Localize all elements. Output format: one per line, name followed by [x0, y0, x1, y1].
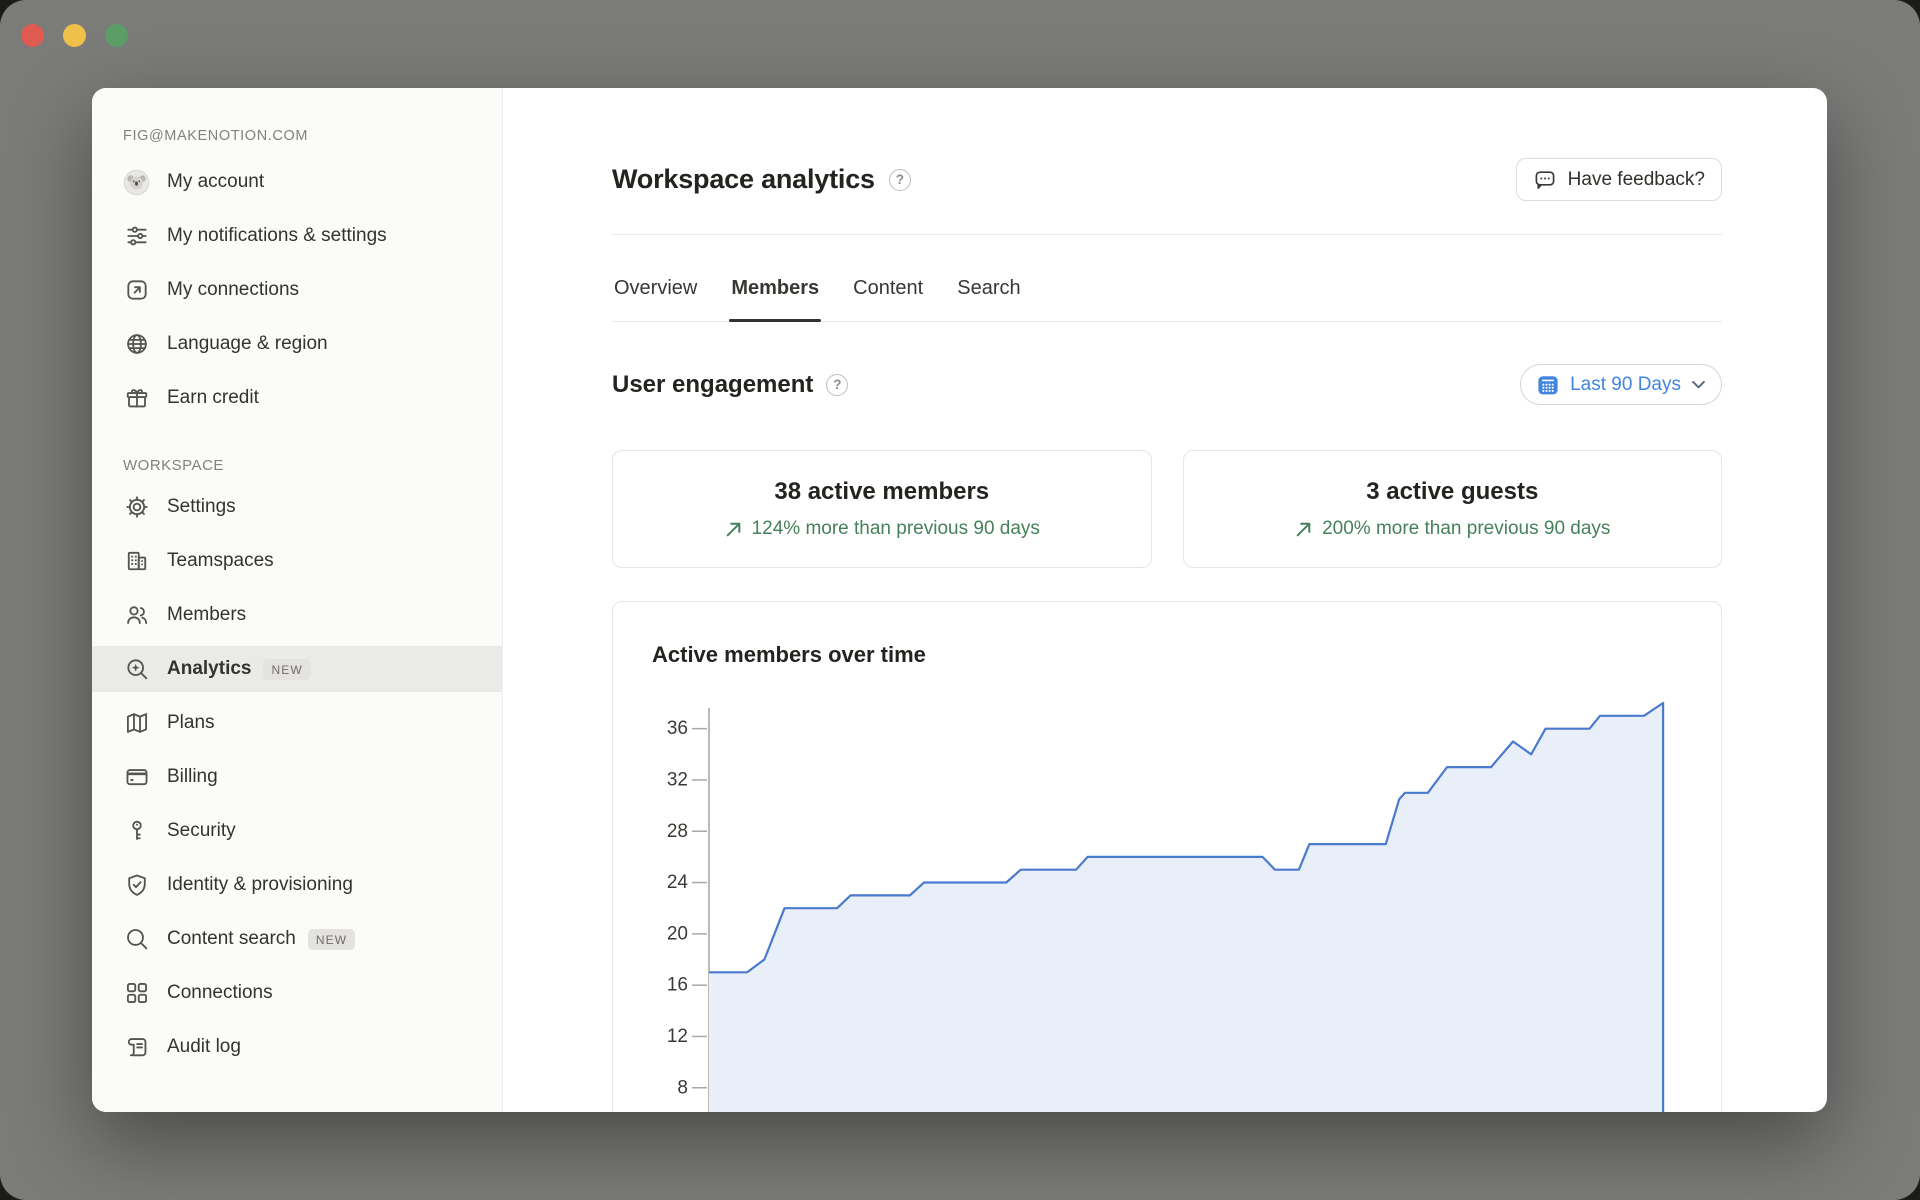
svg-text:8: 8: [677, 1077, 688, 1098]
svg-text:28: 28: [667, 821, 688, 842]
gift-icon: [123, 385, 150, 412]
trend-up-arrow-icon: [724, 520, 743, 539]
sidebar-item-label: Teamspaces: [167, 548, 274, 573]
chevron-down-icon: [1691, 378, 1706, 391]
sidebar-item-security[interactable]: Security: [92, 808, 502, 854]
people-icon: [123, 602, 150, 629]
sidebar-item-earn-credit[interactable]: Earn credit: [92, 375, 502, 421]
settings-sidebar: FIG@MAKENOTION.COM My account: [92, 88, 503, 1112]
date-range-selector[interactable]: Last 90 Days: [1520, 364, 1722, 405]
date-range-label: Last 90 Days: [1570, 374, 1681, 396]
new-badge: NEW: [263, 659, 310, 680]
credit-card-icon: [123, 764, 150, 791]
analytics-tabs: Overview Members Content Search: [612, 277, 1722, 322]
header-divider: [612, 234, 1722, 235]
sidebar-item-label: My connections: [167, 277, 299, 302]
workspace-section-heading: WORKSPACE: [92, 457, 502, 474]
magnifier-icon: [123, 926, 150, 953]
globe-icon: [123, 331, 150, 358]
sidebar-item-notifications-settings[interactable]: My notifications & settings: [92, 213, 502, 259]
sidebar-item-plans[interactable]: Plans: [92, 700, 502, 746]
sidebar-item-label: Audit log: [167, 1034, 241, 1059]
active-guests-change: 200% more than previous 90 days: [1322, 518, 1610, 540]
calendar-icon: [1536, 373, 1560, 397]
active-guests-value: 3 active guests: [1366, 478, 1538, 506]
sidebar-item-label: Billing: [167, 764, 218, 789]
sidebar-item-label: Earn credit: [167, 385, 259, 410]
have-feedback-button[interactable]: Have feedback?: [1516, 158, 1722, 201]
sidebar-item-billing[interactable]: Billing: [92, 754, 502, 800]
sidebar-item-teamspaces[interactable]: Teamspaces: [92, 538, 502, 584]
settings-dialog: FIG@MAKENOTION.COM My account: [92, 88, 1827, 1112]
key-icon: [123, 818, 150, 845]
speech-bubble-icon: [1533, 168, 1557, 192]
desktop-backdrop: FIG@MAKENOTION.COM My account: [0, 0, 1920, 1200]
sidebar-item-label: My account: [167, 169, 264, 194]
sidebar-item-my-account[interactable]: My account: [92, 159, 502, 205]
user-engagement-heading: User engagement: [612, 371, 813, 399]
svg-text:24: 24: [667, 872, 689, 893]
close-button[interactable]: [21, 24, 44, 47]
page-title: Workspace analytics: [612, 164, 875, 195]
sidebar-item-label: Members: [167, 602, 246, 627]
gear-icon: [123, 494, 150, 521]
account-email-heading: FIG@MAKENOTION.COM: [92, 128, 502, 144]
sidebar-item-language-region[interactable]: Language & region: [92, 321, 502, 367]
help-icon[interactable]: ?: [889, 169, 911, 191]
zoom-button[interactable]: [105, 24, 128, 47]
shield-check-icon: [123, 872, 150, 899]
window-controls: [21, 24, 128, 47]
sliders-icon: [123, 223, 150, 250]
sidebar-item-settings[interactable]: Settings: [92, 484, 502, 530]
koala-avatar: [123, 169, 150, 196]
sidebar-item-label: Settings: [167, 494, 236, 519]
sidebar-item-content-search[interactable]: Content search NEW: [92, 916, 502, 962]
active-members-value: 38 active members: [774, 478, 989, 506]
sidebar-item-label: Content search: [167, 926, 296, 951]
scroll-icon: [123, 1034, 150, 1061]
active-members-chart-card: Active members over time 363228242016128: [612, 601, 1722, 1112]
help-icon[interactable]: ?: [826, 374, 848, 396]
have-feedback-label: Have feedback?: [1568, 169, 1705, 191]
sidebar-item-label: Analytics: [167, 656, 251, 681]
sidebar-item-audit-log[interactable]: Audit log: [92, 1024, 502, 1070]
sidebar-item-label: Identity & provisioning: [167, 872, 353, 897]
active-guests-stat-card: 3 active guests 200% more than previous …: [1183, 450, 1723, 568]
sidebar-item-members[interactable]: Members: [92, 592, 502, 638]
svg-text:32: 32: [667, 769, 688, 790]
sidebar-item-connections[interactable]: Connections: [92, 970, 502, 1016]
grid-icon: [123, 980, 150, 1007]
sidebar-item-label: Connections: [167, 980, 273, 1005]
svg-text:12: 12: [667, 1026, 688, 1047]
magnifier-sparkle-icon: [123, 656, 150, 683]
tab-members[interactable]: Members: [729, 277, 821, 321]
svg-text:16: 16: [667, 975, 688, 996]
trend-up-arrow-icon: [1294, 520, 1313, 539]
tab-search[interactable]: Search: [955, 277, 1022, 321]
svg-text:36: 36: [667, 718, 688, 739]
analytics-main-panel: Workspace analytics ? Have feedback?: [503, 88, 1827, 1112]
sidebar-item-label: Plans: [167, 710, 215, 735]
buildings-icon: [123, 548, 150, 575]
tab-content[interactable]: Content: [851, 277, 925, 321]
sidebar-item-identity-provisioning[interactable]: Identity & provisioning: [92, 862, 502, 908]
tab-overview[interactable]: Overview: [612, 277, 699, 321]
sidebar-item-analytics[interactable]: Analytics NEW: [92, 646, 502, 692]
active-members-stat-card: 38 active members 124% more than previou…: [612, 450, 1152, 568]
sidebar-item-label: My notifications & settings: [167, 223, 387, 248]
new-badge: NEW: [308, 929, 355, 950]
sidebar-item-label: Language & region: [167, 331, 328, 356]
sidebar-item-label: Security: [167, 818, 236, 843]
active-members-area-chart: 36 32 28 24 20 16 12 8: [613, 602, 1721, 1112]
arrow-up-right-square-icon: [123, 277, 150, 304]
sidebar-item-my-connections[interactable]: My connections: [92, 267, 502, 313]
svg-text:20: 20: [667, 923, 688, 944]
minimize-button[interactable]: [63, 24, 86, 47]
map-icon: [123, 710, 150, 737]
active-members-change: 124% more than previous 90 days: [752, 518, 1040, 540]
